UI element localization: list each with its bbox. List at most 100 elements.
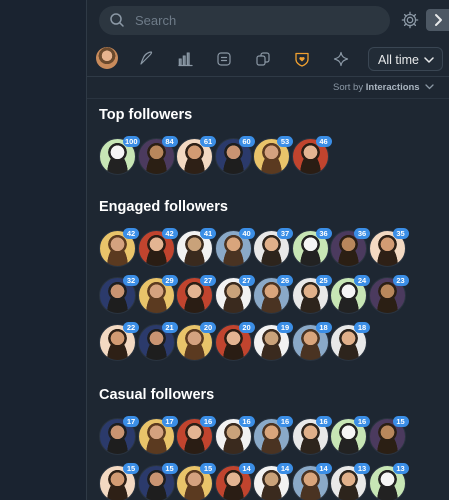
interaction-count-badge: 36 [354,228,370,239]
chevron-down-icon [424,57,434,63]
follower-avatar[interactable]: 100 [99,136,140,175]
follower-avatar[interactable]: 15 [368,416,409,455]
follower-avatar[interactable]: 14 [214,463,255,500]
follower-avatar[interactable]: 13 [368,463,409,500]
sort-prefix: Sort by [333,82,364,93]
interaction-count-badge: 16 [315,416,332,427]
follower-avatar[interactable]: 27 [214,275,255,314]
interaction-count-badge: 60 [238,136,255,147]
feather-icon [140,51,153,65]
interaction-count-badge: 32 [123,275,139,286]
follower-avatar[interactable]: 24 [330,275,370,314]
follower-avatar[interactable]: 29 [137,275,178,314]
interaction-count-badge: 35 [392,228,409,239]
follower-avatar[interactable]: 17 [99,416,139,455]
interaction-count-badge: 27 [200,275,216,286]
follower-avatar[interactable]: 16 [330,416,370,455]
follower-avatar[interactable]: 35 [368,228,409,267]
follower-avatar[interactable]: 23 [368,275,409,314]
interaction-count-badge: 16 [354,416,370,427]
follower-avatar[interactable]: 26 [253,275,293,314]
interaction-count-badge: 26 [277,275,293,286]
interaction-count-badge: 15 [392,416,409,427]
interaction-count-badge: 53 [277,136,293,147]
chevron-down-icon [425,84,434,90]
gear-icon[interactable] [401,11,419,29]
interaction-count-badge: 14 [277,463,293,474]
interaction-count-badge: 15 [200,463,216,474]
divider [87,98,449,99]
follower-avatar[interactable]: 61 [176,136,216,175]
tab-lists[interactable] [213,48,235,70]
follower-avatar[interactable]: 17 [137,416,178,455]
interaction-count-badge: 15 [123,463,139,474]
interaction-count-badge: 17 [123,416,139,427]
follower-avatar[interactable]: 25 [291,275,332,314]
follower-avatar[interactable]: 22 [99,322,139,361]
section-title-top: Top followers [99,107,193,123]
time-range-select[interactable]: All time [368,47,443,71]
interaction-count-badge: 15 [161,463,178,474]
profile-avatar[interactable] [96,47,118,69]
expand-button[interactable] [426,9,449,31]
follower-avatar[interactable]: 37 [253,228,293,267]
interaction-count-badge: 22 [123,322,139,333]
sort-control[interactable]: Sort by Interactions [333,82,434,93]
follower-avatar[interactable]: 46 [291,136,332,175]
interaction-count-badge: 61 [200,136,216,147]
follower-avatar[interactable]: 14 [253,463,293,500]
search-icon [110,13,124,27]
interaction-count-badge: 13 [354,463,370,474]
follower-avatar[interactable]: 20 [214,322,255,361]
search-input[interactable]: Search [99,6,390,35]
copy-icon [256,52,270,66]
interaction-count-badge: 19 [277,322,293,333]
follower-avatar[interactable]: 14 [291,463,332,500]
interaction-count-badge: 21 [161,322,178,333]
interaction-count-badge: 40 [238,228,255,239]
follower-avatar[interactable]: 53 [253,136,293,175]
interaction-count-badge: 23 [392,275,409,286]
interaction-count-badge: 17 [161,416,178,427]
follower-avatar[interactable]: 16 [214,416,255,455]
follower-avatar[interactable]: 15 [99,463,139,500]
follower-avatar[interactable]: 32 [99,275,139,314]
tab-feather[interactable] [135,48,157,70]
section-title-engaged: Engaged followers [99,199,228,215]
follower-avatar[interactable]: 42 [137,228,178,267]
follower-avatar[interactable]: 60 [214,136,255,175]
interaction-count-badge: 100 [123,136,140,147]
follower-avatar[interactable]: 40 [214,228,255,267]
follower-avatar[interactable]: 16 [176,416,216,455]
follower-avatar[interactable]: 84 [137,136,178,175]
follower-avatar[interactable]: 16 [291,416,332,455]
sparkle-icon [333,51,349,67]
tab-ai[interactable] [330,48,352,70]
follower-avatar[interactable]: 15 [176,463,216,500]
tab-analytics[interactable] [174,48,196,70]
follower-avatar[interactable]: 18 [291,322,332,361]
follower-avatar[interactable]: 19 [253,322,293,361]
time-range-value: All time [378,53,419,67]
interaction-count-badge: 20 [200,322,216,333]
follower-avatar[interactable]: 21 [137,322,178,361]
tab-copy[interactable] [252,48,274,70]
interaction-count-badge: 84 [161,136,178,147]
follower-avatar[interactable]: 36 [291,228,332,267]
left-pane [0,0,86,500]
follower-avatar[interactable]: 16 [253,416,293,455]
follower-avatar[interactable]: 18 [330,322,370,361]
follower-avatar[interactable]: 15 [137,463,178,500]
interaction-count-badge: 29 [161,275,178,286]
follower-avatar[interactable]: 27 [176,275,216,314]
follower-avatar[interactable]: 20 [176,322,216,361]
follower-avatar[interactable]: 42 [99,228,139,267]
list-icon [217,52,231,66]
interaction-count-badge: 14 [315,463,332,474]
follower-avatar[interactable]: 36 [330,228,370,267]
follower-avatar[interactable]: 13 [330,463,370,500]
followers-panel: Search All time Sort by Interactions Top… [86,0,449,500]
tab-followers[interactable] [291,48,313,70]
heart-shield-icon [295,52,309,67]
follower-avatar[interactable]: 41 [176,228,216,267]
